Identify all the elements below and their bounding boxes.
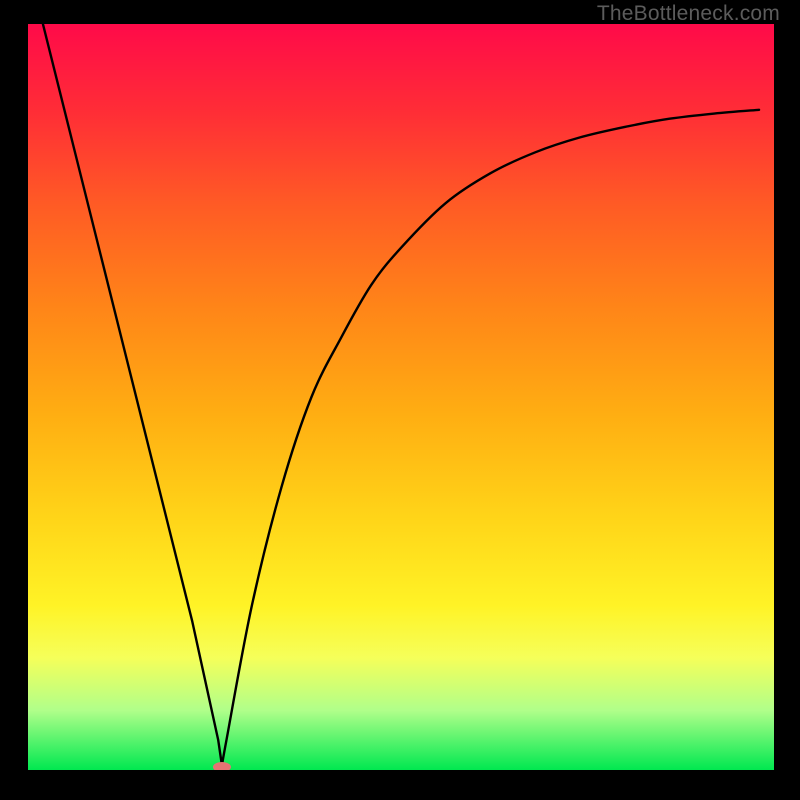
- curve-group: [43, 24, 759, 770]
- chart-frame: TheBottleneck.com: [0, 0, 800, 800]
- watermark-text: TheBottleneck.com: [597, 2, 780, 26]
- curve-svg: [28, 24, 774, 770]
- min-marker: [213, 762, 231, 770]
- bottleneck-curve: [43, 24, 759, 766]
- plot-area: [28, 24, 774, 770]
